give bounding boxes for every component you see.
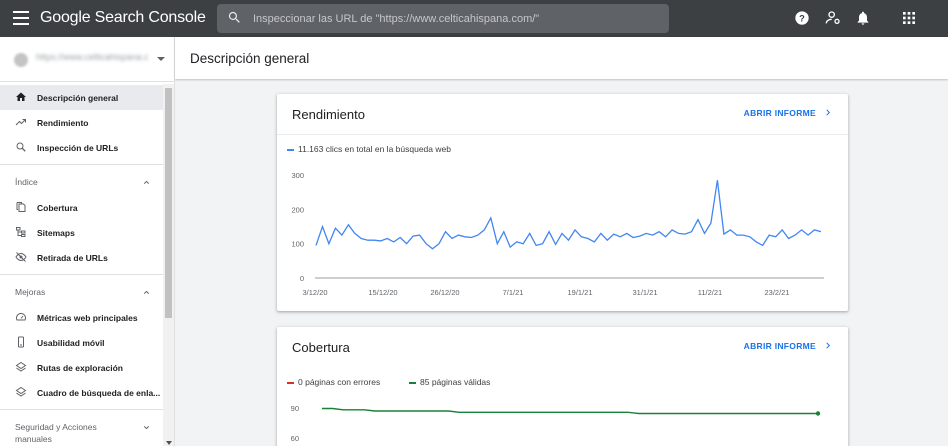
sidebar-item-performance[interactable]: Rendimiento bbox=[0, 110, 163, 135]
section-title: Mejoras bbox=[15, 287, 46, 297]
search-icon bbox=[228, 11, 240, 23]
url-inspection-search[interactable] bbox=[217, 4, 669, 33]
series-line-clicks bbox=[315, 180, 822, 250]
sidebar-item-mobile-usability[interactable]: Usabilidad móvil bbox=[0, 330, 163, 355]
y-tick-label: 0 bbox=[300, 274, 304, 283]
sidebar-item-url-inspection[interactable]: Inspección de URLs bbox=[0, 135, 163, 160]
layers-icon bbox=[15, 386, 27, 397]
apps-grid-icon[interactable] bbox=[901, 10, 917, 26]
coverage-chart: 60 90 bbox=[291, 404, 821, 443]
chevron-up-icon bbox=[143, 180, 150, 184]
x-tick-label: 3/12/20 bbox=[302, 288, 327, 297]
account-manage-icon[interactable] bbox=[825, 10, 841, 26]
property-favicon bbox=[14, 53, 28, 67]
sidebar-item-label: Rendimiento bbox=[37, 118, 89, 128]
sidebar-item-label: Usabilidad móvil bbox=[37, 338, 105, 348]
series-end-point bbox=[815, 411, 821, 416]
top-app-bar: Google Search Console ? bbox=[0, 0, 948, 37]
divider bbox=[0, 274, 163, 275]
sidebar-item-label: Rutas de exploración bbox=[37, 363, 123, 373]
series-line-valid-pages bbox=[322, 407, 818, 415]
coverage-card: Cobertura ABRIR INFORME 0 páginas con er… bbox=[277, 327, 848, 446]
property-url: https://www.celticahispana.com/ bbox=[36, 52, 148, 62]
notifications-icon[interactable] bbox=[855, 10, 871, 26]
sitemap-icon bbox=[16, 227, 26, 237]
search-input[interactable] bbox=[253, 4, 663, 33]
x-tick-label: 11/2/21 bbox=[698, 288, 722, 297]
scroll-down-arrow-icon[interactable] bbox=[166, 441, 172, 445]
file-copy-icon bbox=[16, 202, 26, 212]
home-icon bbox=[16, 92, 26, 101]
performance-chart: 0 100 200 300 3/12/20 15/12/20 26/12/20 7/1/21 1… bbox=[291, 171, 824, 297]
sidebar-item-overview[interactable]: Descripción general bbox=[0, 85, 163, 110]
page-title: Descripción general bbox=[190, 51, 310, 66]
property-selector[interactable]: https://www.celticahispana.com/ bbox=[0, 37, 175, 82]
search-icon bbox=[16, 142, 26, 152]
sidebar-item-core-web-vitals[interactable]: Métricas web principales bbox=[0, 305, 163, 330]
caret-down-icon bbox=[157, 57, 165, 61]
sidebar-item-label: Cobertura bbox=[37, 203, 78, 213]
speed-gauge-icon bbox=[16, 313, 26, 321]
layers-icon bbox=[15, 361, 27, 372]
section-header-index[interactable]: Índice bbox=[0, 171, 163, 193]
sidebar-item-label: Descripción general bbox=[37, 93, 119, 103]
performance-card: Rendimiento ABRIR INFORME 11.163 clics e… bbox=[277, 94, 848, 311]
y-tick-label: 300 bbox=[291, 171, 304, 180]
sidebar-item-sitemaps[interactable]: Sitemaps bbox=[0, 220, 163, 245]
x-tick-label: 23/2/21 bbox=[764, 288, 789, 297]
x-tick-label: 7/1/21 bbox=[503, 288, 524, 297]
sidebar-item-url-removal[interactable]: Retirada de URLs bbox=[0, 245, 163, 270]
scroll-thumb[interactable] bbox=[165, 88, 172, 318]
y-tick-label: 90 bbox=[291, 404, 299, 413]
sidebar-item-breadcrumbs[interactable]: Rutas de exploración bbox=[0, 355, 163, 380]
section-title: Seguridad y Acciones manuales bbox=[15, 422, 97, 444]
x-tick-label: 31/1/21 bbox=[632, 288, 657, 297]
phone-icon bbox=[18, 336, 24, 348]
y-tick-label: 60 bbox=[291, 434, 299, 443]
chevron-up-icon bbox=[143, 290, 150, 294]
divider bbox=[0, 164, 163, 165]
sidebar-item-label: Retirada de URLs bbox=[37, 253, 108, 263]
chevron-down-icon bbox=[143, 426, 150, 430]
section-title: Índice bbox=[15, 177, 38, 187]
y-tick-label: 200 bbox=[291, 205, 304, 214]
menu-icon[interactable] bbox=[13, 11, 29, 25]
divider bbox=[0, 409, 163, 410]
x-tick-label: 26/12/20 bbox=[430, 288, 459, 297]
sidebar-scrollbar[interactable] bbox=[163, 84, 174, 446]
svg-text:?: ? bbox=[799, 13, 805, 23]
sidebar-item-label: Métricas web principales bbox=[37, 313, 138, 323]
sidebar-item-coverage[interactable]: Cobertura bbox=[0, 195, 163, 220]
section-header-improvements[interactable]: Mejoras bbox=[0, 281, 163, 303]
section-header-security[interactable]: Seguridad y Acciones manuales bbox=[0, 418, 163, 446]
visibility-off-icon bbox=[15, 252, 27, 262]
trending-up-icon bbox=[15, 119, 26, 126]
sidebar-item-label: Inspección de URLs bbox=[37, 143, 119, 153]
x-tick-label: 15/12/20 bbox=[368, 288, 397, 297]
sidebar-item-label: Cuadro de búsqueda de enla... bbox=[37, 388, 161, 398]
help-icon[interactable]: ? bbox=[794, 10, 810, 26]
sidebar-item-label: Sitemaps bbox=[37, 228, 75, 238]
sidebar: https://www.celticahispana.com/ Descripc… bbox=[0, 37, 175, 446]
sidebar-item-sitelinks-searchbox[interactable]: Cuadro de búsqueda de enla... bbox=[0, 380, 163, 405]
app-logo[interactable]: Google Search Console bbox=[40, 9, 206, 27]
page-header: Descripción general bbox=[175, 37, 948, 79]
x-tick-label: 19/1/21 bbox=[567, 288, 592, 297]
y-tick-label: 100 bbox=[291, 240, 304, 249]
